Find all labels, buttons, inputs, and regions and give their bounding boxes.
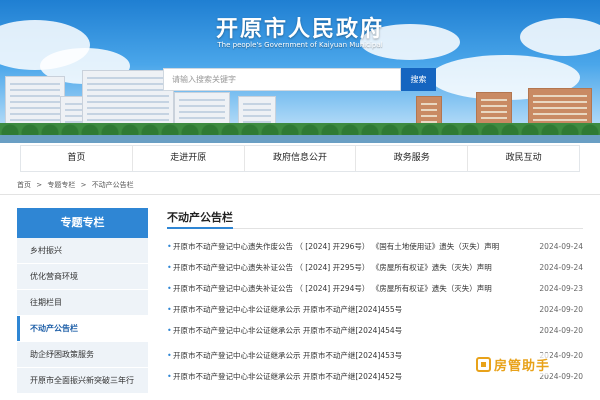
bullet-icon: • [167, 351, 172, 360]
bullet-icon: • [167, 305, 172, 314]
breadcrumb-home[interactable]: 首页 [17, 181, 31, 189]
list-item[interactable]: • 开原市不动产登记中心非公证继承公示 开原市不动产继[2024]455号 20… [167, 299, 583, 320]
search-input[interactable]: 请输入搜索关键字 [163, 68, 401, 91]
title-underline [167, 227, 583, 229]
site-subtitle: The people's Government of Kaiyuan Munic… [217, 41, 383, 49]
sidebar: 专题专栏 乡村振兴 优化营商环境 往期栏目 不动产公告栏 助企纾困政策服务 开原… [17, 208, 148, 394]
sidebar-item-enterprise-relief[interactable]: 助企纾困政策服务 [17, 342, 148, 368]
list-item-date: 2024-09-24 [539, 242, 583, 251]
list-item[interactable]: • 开原市不动产登记中心非公证继承公示 开原市不动产继[2024]454号 20… [167, 320, 583, 341]
breadcrumb-separator: > [80, 181, 87, 189]
search-button[interactable]: 搜索 [401, 68, 436, 91]
breadcrumb-topics[interactable]: 专题专栏 [47, 181, 75, 189]
bullet-icon: • [167, 326, 172, 335]
bullet-icon: • [167, 372, 172, 381]
watermark: 房管助手 [476, 353, 551, 375]
sidebar-item-rural-revitalization[interactable]: 乡村振兴 [17, 238, 148, 264]
nav-about[interactable]: 走进开原 [133, 146, 245, 171]
list-item-title[interactable]: 开原市不动产登记中心遗失补证公告 （ [2024] 开294号） 《房屋所有权证… [173, 278, 533, 299]
river [0, 135, 600, 143]
nav-services[interactable]: 政务服务 [356, 146, 469, 171]
list-item-title[interactable]: 开原市不动产登记中心非公证继承公示 开原市不动产继[2024]454号 [173, 320, 533, 341]
list-item-date: 2024-09-20 [539, 305, 583, 314]
sidebar-item-real-estate-notices[interactable]: 不动产公告栏 [17, 316, 148, 342]
list-item[interactable]: • 开原市不动产登记中心遗失作废公告 （ [2024] 开296号） 《国有土地… [167, 236, 583, 257]
sidebar-item-revitalization-plan[interactable]: 开原市全面振兴新突破三年行 [17, 368, 148, 394]
list-item[interactable]: • 开原市不动产登记中心遗失补证公告 （ [2024] 开294号） 《房屋所有… [167, 278, 583, 299]
sidebar-item-past-columns[interactable]: 往期栏目 [17, 290, 148, 316]
site-title: 开原市人民政府 [215, 17, 384, 42]
bullet-icon: • [167, 242, 172, 251]
page-title: 不动产公告栏 [167, 211, 233, 224]
watermark-text: 房管助手 [494, 358, 551, 374]
main-nav: 首页 走进开原 政府信息公开 政务服务 政民互动 [20, 145, 580, 172]
header-banner: 开原市人民政府 The people's Government of Kaiyu… [0, 0, 600, 143]
nav-info-disclosure[interactable]: 政府信息公开 [245, 146, 357, 171]
breadcrumb-separator: > [36, 181, 43, 189]
list-item-date: 2024-09-20 [539, 326, 583, 335]
list-item-title[interactable]: 开原市不动产登记中心非公证继承公示 开原市不动产继[2024]455号 [173, 299, 533, 320]
divider [0, 194, 600, 195]
sidebar-title: 专题专栏 [17, 208, 148, 238]
nav-interaction[interactable]: 政民互动 [468, 146, 579, 171]
watermark-logo-icon [476, 356, 491, 372]
nav-home[interactable]: 首页 [21, 146, 133, 171]
bullet-icon: • [167, 284, 172, 293]
list-item-date: 2024-09-23 [539, 284, 583, 293]
list-item-date: 2024-09-24 [539, 263, 583, 272]
sidebar-item-business-environment[interactable]: 优化营商环境 [17, 264, 148, 290]
breadcrumb: 首页 > 专题专栏 > 不动产公告栏 [17, 180, 137, 190]
list-item-title[interactable]: 开原市不动产登记中心遗失作废公告 （ [2024] 开296号） 《国有土地使用… [173, 236, 533, 257]
breadcrumb-current: 不动产公告栏 [91, 181, 134, 189]
bullet-icon: • [167, 263, 172, 272]
list-item-title[interactable]: 开原市不动产登记中心遗失补证公告 （ [2024] 开295号） 《房屋所有权证… [173, 257, 533, 278]
list-item[interactable]: • 开原市不动产登记中心遗失补证公告 （ [2024] 开295号） 《房屋所有… [167, 257, 583, 278]
